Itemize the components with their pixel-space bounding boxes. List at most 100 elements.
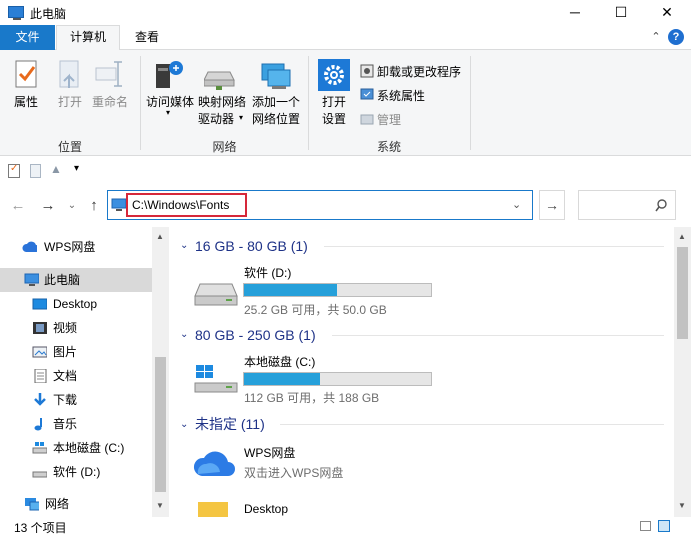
nav-item-videos[interactable]: 视频 bbox=[0, 316, 152, 340]
open-settings-label-2: 设置 bbox=[321, 112, 346, 126]
nav-item-network[interactable]: 网络 bbox=[0, 492, 152, 516]
qat-up-icon[interactable]: ▲ bbox=[50, 162, 62, 176]
recent-locations-icon[interactable]: ⌄ bbox=[62, 196, 82, 216]
network-location-icon bbox=[261, 63, 291, 89]
scroll-down-icon[interactable]: ▼ bbox=[156, 501, 164, 510]
group-divider bbox=[280, 424, 664, 425]
back-button[interactable]: ← bbox=[8, 196, 28, 216]
status-bar: 13 个项目 bbox=[0, 517, 691, 535]
desktop-item[interactable]: Desktop bbox=[192, 496, 662, 517]
system-properties-button[interactable]: 系统属性 bbox=[360, 86, 470, 104]
nav-label: 网络 bbox=[45, 497, 70, 511]
nav-item-wps[interactable]: WPS网盘 bbox=[0, 235, 152, 259]
properties-button[interactable] bbox=[12, 58, 42, 92]
uninstall-programs-button[interactable]: 卸载或更改程序 bbox=[360, 62, 470, 80]
minimize-button[interactable]: ─ bbox=[552, 0, 598, 25]
open-settings-button[interactable] bbox=[318, 58, 350, 92]
help-icon[interactable]: ? bbox=[668, 29, 684, 45]
qat-properties-icon[interactable]: ✓ bbox=[8, 163, 20, 178]
computer-icon bbox=[111, 198, 127, 211]
drive-usage-fill bbox=[244, 373, 320, 385]
content-scrollbar[interactable]: ▲ ▼ bbox=[674, 227, 691, 517]
nav-scrollbar[interactable]: ▲ ▼ bbox=[152, 227, 169, 517]
nav-scroll-thumb[interactable] bbox=[155, 357, 166, 492]
ribbon-separator bbox=[470, 56, 471, 150]
desktop-name: Desktop bbox=[244, 502, 289, 516]
tab-view[interactable]: 查看 bbox=[122, 25, 172, 50]
tab-computer[interactable]: 计算机 bbox=[56, 25, 120, 51]
drive-tile-c[interactable]: 本地磁盘 (C:) 112 GB 可用，共 188 GB bbox=[192, 351, 662, 407]
qat-new-icon[interactable] bbox=[30, 164, 41, 178]
manage-button[interactable]: 管理 bbox=[360, 110, 470, 128]
scroll-up-icon[interactable]: ▲ bbox=[156, 232, 164, 241]
folder-icon bbox=[198, 502, 228, 517]
forward-button[interactable]: → bbox=[38, 196, 58, 216]
rename-icon bbox=[95, 61, 122, 87]
gear-icon bbox=[318, 59, 350, 91]
nav-item-drive-c[interactable]: 本地磁盘 (C:) bbox=[0, 436, 152, 460]
group-label-network: 网络 bbox=[212, 140, 237, 154]
address-dropdown-icon[interactable]: ⌄ bbox=[512, 198, 521, 211]
nav-item-documents[interactable]: 文档 bbox=[0, 364, 152, 388]
wps-name: WPS网盘 bbox=[244, 446, 296, 460]
windows-drive-icon bbox=[32, 442, 47, 454]
group-label-location: 位置 bbox=[57, 140, 82, 154]
nav-item-music[interactable]: 音乐 bbox=[0, 412, 152, 436]
content-scroll-thumb[interactable] bbox=[677, 247, 688, 339]
collapse-ribbon-icon[interactable]: ⌃ bbox=[648, 29, 664, 45]
nav-item-desktop[interactable]: Desktop bbox=[0, 292, 152, 316]
group-divider bbox=[324, 246, 664, 247]
wps-cloud-item[interactable]: WPS网盘 双击进入WPS网盘 bbox=[192, 442, 662, 482]
nav-item-drive-d[interactable]: 软件 (D:) bbox=[0, 460, 152, 484]
add-location-label-2: 网络位置 bbox=[251, 112, 300, 126]
up-button[interactable]: ↑ bbox=[84, 196, 104, 216]
programs-icon bbox=[360, 64, 374, 78]
network-drive-icon bbox=[203, 71, 235, 90]
cloud-icon bbox=[22, 241, 37, 252]
group-header[interactable]: 未指定 (11) bbox=[195, 413, 265, 435]
group-collapse-icon[interactable]: ⌄ bbox=[180, 329, 188, 340]
scroll-up-icon[interactable]: ▲ bbox=[678, 232, 686, 241]
nav-label: 此电脑 bbox=[44, 273, 81, 287]
drive-space-info: 25.2 GB 可用，共 50.0 GB bbox=[244, 303, 387, 317]
nav-item-this-pc[interactable]: 此电脑 bbox=[0, 268, 152, 292]
close-button[interactable]: ✕ bbox=[644, 0, 690, 25]
tiles-view-icon[interactable] bbox=[658, 520, 670, 532]
search-input[interactable] bbox=[578, 190, 676, 220]
details-view-icon[interactable] bbox=[640, 521, 651, 531]
nav-item-downloads[interactable]: 下载 bbox=[0, 388, 152, 412]
open-file-icon bbox=[59, 60, 79, 88]
search-icon bbox=[655, 199, 667, 212]
nav-label: 下载 bbox=[53, 393, 78, 407]
media-server-icon bbox=[156, 61, 183, 88]
properties-icon bbox=[15, 60, 37, 88]
qat-customize-icon[interactable]: ▾ bbox=[74, 163, 79, 174]
group-collapse-icon[interactable]: ⌄ bbox=[180, 419, 188, 430]
tab-file[interactable]: 文件 bbox=[0, 25, 55, 50]
map-network-drive-button[interactable] bbox=[203, 62, 240, 92]
nav-label: 软件 (D:) bbox=[53, 465, 101, 479]
address-path[interactable]: C:\Windows\Fonts bbox=[132, 198, 229, 212]
rename-label: 重命名 bbox=[91, 95, 128, 109]
desktop-icon bbox=[32, 298, 47, 310]
add-network-location-button[interactable] bbox=[258, 60, 292, 92]
windows-drive-icon bbox=[194, 365, 238, 393]
rename-button[interactable] bbox=[94, 58, 124, 92]
group-header[interactable]: 80 GB - 250 GB (1) bbox=[195, 324, 316, 346]
item-count: 13 个项目 bbox=[14, 521, 67, 535]
group-collapse-icon[interactable]: ⌄ bbox=[180, 240, 188, 251]
maximize-button[interactable]: ☐ bbox=[598, 0, 644, 25]
go-arrow-button[interactable]: → bbox=[539, 190, 565, 220]
group-header[interactable]: 16 GB - 80 GB (1) bbox=[195, 235, 308, 257]
open-button[interactable] bbox=[55, 58, 85, 92]
nav-label: 视频 bbox=[53, 321, 78, 335]
scroll-down-icon[interactable]: ▼ bbox=[678, 501, 686, 510]
nav-item-pictures[interactable]: 图片 bbox=[0, 340, 152, 364]
video-icon bbox=[33, 322, 47, 334]
access-media-button[interactable] bbox=[152, 58, 184, 92]
drive-tile-d[interactable]: 软件 (D:) 25.2 GB 可用，共 50.0 GB bbox=[192, 262, 662, 318]
manage-label: 管理 bbox=[377, 113, 402, 127]
drive-usage-bar bbox=[243, 372, 432, 386]
add-location-label-1: 添加一个 bbox=[251, 95, 300, 109]
group-label-system: 系统 bbox=[376, 140, 401, 154]
